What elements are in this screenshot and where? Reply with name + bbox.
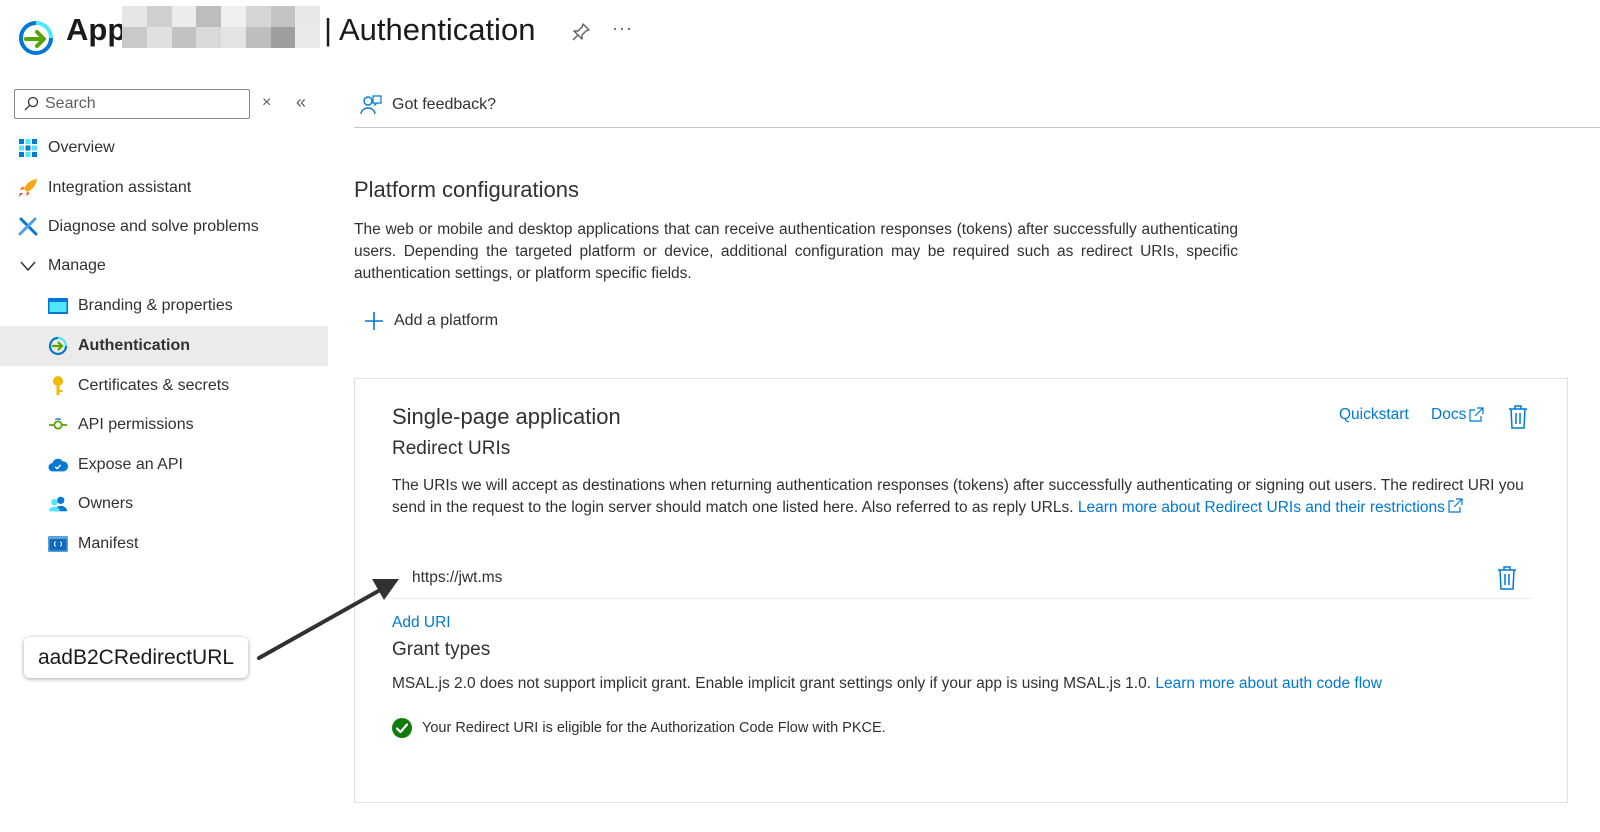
chevron-down-icon [18,256,38,276]
sidebar-item-manifest[interactable]: Manifest [0,524,328,564]
sidebar-item-label: Owners [78,495,134,512]
sidebar-item-label: Certificates & secrets [78,377,230,394]
people-icon [48,494,68,514]
pkce-status-message: Your Redirect URI is eligible for the Au… [392,718,886,738]
redirect-uris-description: The URIs we will accept as destinations … [392,475,1532,519]
more-options-icon[interactable]: ··· [612,18,633,39]
sidebar-item-owners[interactable]: Owners [0,484,328,524]
success-check-icon [392,718,412,738]
branding-icon [48,296,68,316]
page-header: App | Authentication ··· [0,0,1600,70]
sidebar-item-manage[interactable]: Manage [0,246,328,286]
sidebar-item-expose-api[interactable]: Expose an API [0,445,328,485]
auth-code-flow-link[interactable]: Learn more about auth code flow [1155,675,1382,692]
annotation-callout: aadB2CRedirectURL [24,637,248,678]
sidebar-item-label: Manifest [78,535,139,552]
sidebar-item-label: Integration assistant [48,179,192,196]
redacted-app-name [122,6,320,48]
sidebar-item-branding[interactable]: Branding & properties [0,286,328,326]
rocket-icon [18,178,38,198]
authentication-icon [48,336,68,356]
sidebar-item-label: Manage [48,257,106,274]
platform-configurations-description: The web or mobile and desktop applicatio… [354,221,1238,282]
pkce-status-text: Your Redirect URI is eligible for the Au… [422,720,886,736]
app-registration-logo-icon [18,20,54,58]
sidebar-item-certificates[interactable]: Certificates & secrets [0,366,328,406]
sidebar-item-authentication[interactable]: Authentication [0,326,328,366]
overview-grid-icon [18,138,38,158]
grant-types-description: MSAL.js 2.0 does not support implicit gr… [392,675,1382,693]
sidebar-item-label: Expose an API [78,456,183,473]
api-permissions-icon [48,415,68,435]
cloud-icon [48,455,68,475]
sidebar-item-label: Authentication [78,337,190,354]
manifest-icon [48,534,68,554]
search-icon [24,96,39,111]
search-box [14,89,250,119]
add-uri-link[interactable]: Add URI [392,614,451,632]
external-link-icon [1448,498,1463,513]
grant-types-title: Grant types [392,639,491,660]
sidebar-item-overview[interactable]: Overview [0,128,328,168]
pin-icon[interactable] [571,22,591,42]
page-title: | Authentication [324,12,536,47]
redirect-learn-more-label: Learn more about Redirect URIs and their… [1077,499,1445,516]
redirect-uri-value[interactable]: https://jwt.ms [412,569,502,587]
spa-platform-card [354,378,1568,803]
toolbar-divider [354,127,1600,128]
delete-uri-icon[interactable] [1497,566,1517,595]
app-name: App [66,12,127,47]
sidebar-item-label: Branding & properties [78,297,233,314]
sidebar-item-label: Diagnose and solve problems [48,218,259,235]
key-icon [48,376,68,396]
uri-row-divider [392,598,1532,599]
plus-icon [365,312,383,330]
clear-search-icon[interactable]: × [262,94,271,112]
feedback-icon [360,95,382,115]
sidebar-item-label: Overview [48,139,115,156]
sidebar-item-diagnose[interactable]: Diagnose and solve problems [0,207,328,247]
search-input[interactable] [45,95,235,113]
add-platform-label: Add a platform [394,312,499,329]
sidebar-item-api-permissions[interactable]: API permissions [0,405,328,445]
redirect-uris-learn-more-link[interactable]: Learn more about Redirect URIs and their… [1077,498,1463,516]
platform-configurations-title: Platform configurations [354,177,579,202]
feedback-button[interactable]: Got feedback? [360,90,496,120]
sidebar-item-integration-assistant[interactable]: Integration assistant [0,168,328,208]
delete-platform-icon[interactable] [1508,405,1528,434]
sidebar-item-label: API permissions [78,416,194,433]
spa-card-title: Single-page application [392,404,621,429]
collapse-sidebar-icon[interactable]: « [296,92,306,113]
feedback-label: Got feedback? [392,96,497,113]
docs-link[interactable]: Docs [1431,406,1484,424]
grant-types-text: MSAL.js 2.0 does not support implicit gr… [392,675,1152,692]
wrench-icon [18,217,38,237]
docs-link-label: Docs [1431,406,1467,423]
external-link-icon [1469,407,1484,422]
add-platform-button[interactable]: Add a platform [364,311,498,331]
quickstart-link[interactable]: Quickstart [1339,406,1409,424]
redirect-uris-title: Redirect URIs [392,438,511,459]
